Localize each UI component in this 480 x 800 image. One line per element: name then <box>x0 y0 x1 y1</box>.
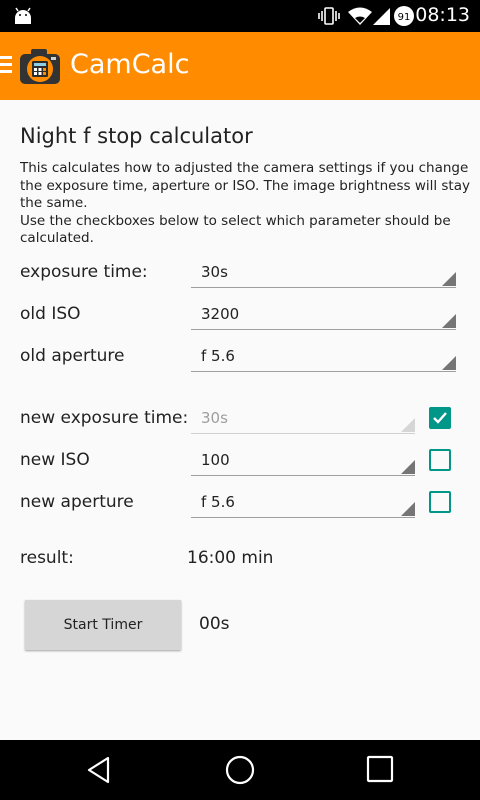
new-iso-spinner[interactable]: 100 <box>191 448 415 476</box>
new-iso-checkbox[interactable] <box>429 449 451 471</box>
new-exposure-time-label: new exposure time: <box>20 408 189 428</box>
dropdown-arrow-icon <box>442 272 456 286</box>
new-aperture-checkbox[interactable] <box>429 491 451 513</box>
new-aperture-label: new aperture <box>20 492 134 512</box>
svg-text:91: 91 <box>398 12 411 23</box>
android-debug-icon <box>15 7 31 24</box>
checkmark-icon <box>433 412 447 424</box>
recents-icon[interactable] <box>366 755 394 783</box>
app-bar: CamCalc <box>0 32 480 100</box>
battery-icon: 91 <box>394 6 414 26</box>
exposure-time-label: exposure time: <box>20 262 148 282</box>
new-exposure-time-spinner: 30s <box>191 406 415 434</box>
new-aperture-spinner[interactable]: f 5.6 <box>191 490 415 518</box>
exposure-time-spinner[interactable]: 30s <box>191 260 456 288</box>
old-iso-label: old ISO <box>20 304 81 324</box>
new-iso-value: 100 <box>201 451 230 469</box>
main-content: Night f stop calculator This calculates … <box>0 100 480 740</box>
back-icon[interactable] <box>84 755 114 785</box>
new-iso-label: new ISO <box>20 450 90 470</box>
camera-calculator-logo-icon[interactable] <box>18 46 62 86</box>
description: This calculates how to adjusted the came… <box>20 160 470 248</box>
new-exposure-time-checkbox[interactable] <box>429 407 451 429</box>
description-text-1: This calculates how to adjusted the came… <box>20 160 470 211</box>
clock: 08:13 <box>415 4 470 26</box>
result-value: 16:00 min <box>187 548 274 568</box>
timer-value: 00s <box>199 614 230 634</box>
app-title: CamCalc <box>70 49 190 80</box>
signal-icon <box>373 8 390 25</box>
navigation-bar <box>0 740 480 800</box>
home-icon[interactable] <box>224 755 256 787</box>
start-timer-button[interactable]: Start Timer <box>25 600 181 650</box>
old-aperture-spinner[interactable]: f 5.6 <box>191 344 456 372</box>
dropdown-arrow-icon <box>401 502 415 516</box>
description-text-2: Use the checkboxes below to select which… <box>20 212 451 247</box>
old-iso-spinner[interactable]: 3200 <box>191 302 456 330</box>
hamburger-menu-icon[interactable] <box>0 56 12 76</box>
vibrate-icon <box>318 7 340 25</box>
exposure-time-value: 30s <box>201 263 228 281</box>
page-title: Night f stop calculator <box>20 124 253 148</box>
result-label: result: <box>20 548 74 568</box>
old-aperture-label: old aperture <box>20 346 125 366</box>
status-bar: 91 08:13 <box>0 0 480 32</box>
dropdown-arrow-icon <box>401 460 415 474</box>
new-exposure-time-value: 30s <box>201 409 228 427</box>
new-aperture-value: f 5.6 <box>201 493 235 511</box>
dropdown-arrow-icon <box>442 314 456 328</box>
old-iso-value: 3200 <box>201 305 240 323</box>
dropdown-arrow-icon <box>442 356 456 370</box>
wifi-icon <box>348 7 372 25</box>
dropdown-arrow-icon <box>401 418 415 432</box>
old-aperture-value: f 5.6 <box>201 347 235 365</box>
